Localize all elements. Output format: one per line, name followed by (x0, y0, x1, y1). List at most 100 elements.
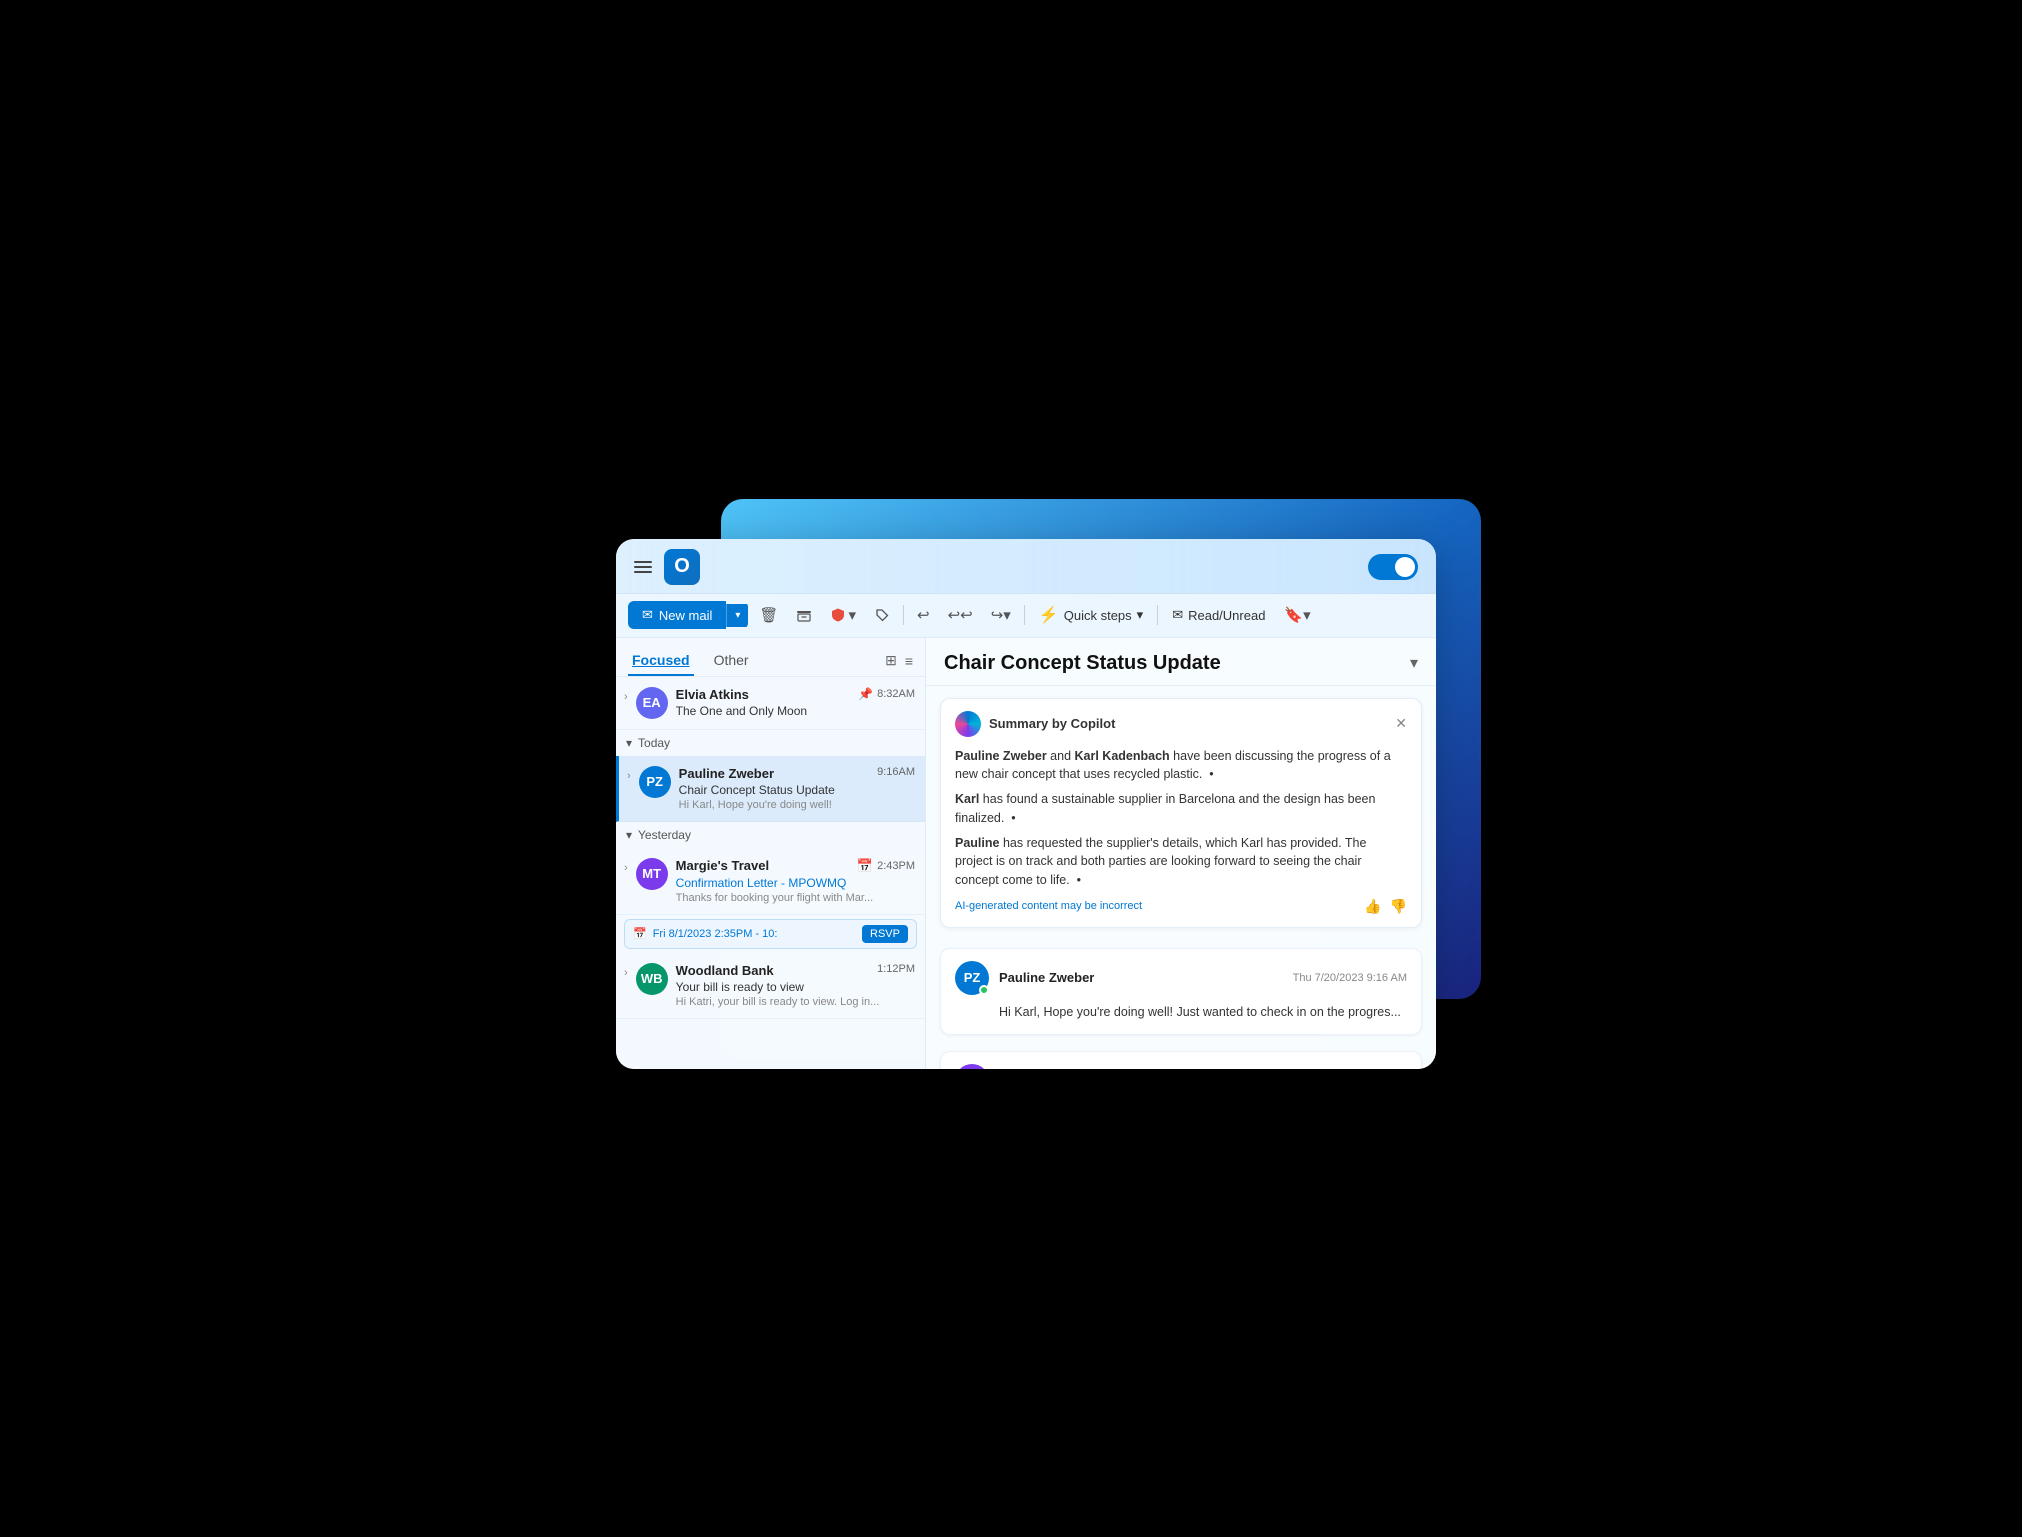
email-time-woodland: 1:12PM (877, 963, 915, 978)
shield-button[interactable]: ▾ (823, 601, 863, 629)
tab-other[interactable]: Other (710, 646, 753, 676)
calendar-reminder-margies: 📅 Fri 8/1/2023 2:35PM - 10: RSVP (624, 919, 917, 949)
email-subject-margies: Confirmation Letter - MPOWMQ (676, 876, 915, 890)
hamburger-line-1 (634, 561, 652, 563)
quick-steps-label: Quick steps (1064, 608, 1132, 623)
tag2-button[interactable]: 🔖▾ (1277, 601, 1317, 629)
message-sender-info-karl: Karl Kadenbach To: ● Pauline Zweber (999, 1067, 1128, 1069)
email-message-karl: KK Karl Kadenbach To: ● Pauline Zweber T… (940, 1051, 1422, 1069)
email-subject-elvia: The One and Only Moon (676, 704, 915, 718)
pin-icon-elvia: 📌 (858, 687, 873, 701)
scene: ✉ New mail ▾ 🗑 ▾ ↩ ↩↩ ↪▾ ⚡ Quic (561, 459, 1461, 1079)
toolbar: ✉ New mail ▾ 🗑 ▾ ↩ ↩↩ ↪▾ ⚡ Quic (616, 594, 1436, 638)
email-content-elvia: Elvia Atkins 📌 8:32AM The One and Only M… (676, 687, 915, 718)
copilot-header: Summary by Copilot ✕ (955, 711, 1407, 737)
email-sender-elvia: Elvia Atkins 📌 8:32AM (676, 687, 915, 702)
avatar-pauline: PZ (639, 766, 671, 798)
copilot-thumbup-button[interactable]: 👍 (1364, 898, 1381, 915)
email-content-woodland: Woodland Bank 1:12PM Your bill is ready … (676, 963, 915, 1008)
copilot-footer: AI-generated content may be incorrect 👍 … (955, 898, 1407, 915)
new-mail-button[interactable]: ✉ New mail (628, 601, 726, 629)
tab-bar: Focused Other ⊞ ≡ (616, 638, 925, 677)
read-unread-button[interactable]: ✉ Read/Unread (1164, 602, 1273, 628)
toggle-switch[interactable] (1368, 554, 1418, 580)
copilot-thumbdown-button[interactable]: 👎 (1390, 898, 1407, 915)
new-mail-button-group: ✉ New mail ▾ (628, 601, 748, 629)
new-mail-dropdown-button[interactable]: ▾ (726, 604, 748, 627)
email-header: Chair Concept Status Update ▾ (926, 638, 1436, 686)
message-sender-info-pauline: Pauline Zweber (999, 970, 1283, 985)
message-sender-name-pauline: Pauline Zweber (999, 970, 1283, 985)
calendar-reminder-icon: 📅 (633, 927, 647, 940)
calendar-reminder-text: Fri 8/1/2023 2:35PM - 10: (653, 928, 778, 940)
tab-view-button[interactable]: ⊞ (885, 652, 897, 669)
copilot-actions: 👍 👎 (1364, 898, 1407, 915)
email-sender-pauline: Pauline Zweber 9:16AM (679, 766, 915, 781)
email-chevron-margies: › (624, 862, 628, 874)
copilot-summary: Summary by Copilot ✕ Pauline Zweber and … (940, 698, 1422, 928)
copilot-paragraph-2: Karl has found a sustainable supplier in… (955, 790, 1407, 828)
delete-button[interactable]: 🗑 (752, 601, 785, 629)
email-list-panel: Focused Other ⊞ ≡ › EA Elvia Atkins (616, 638, 926, 1069)
content-area: Focused Other ⊞ ≡ › EA Elvia Atkins (616, 638, 1436, 1069)
undo-button[interactable]: ↩ (910, 601, 937, 629)
email-preview-woodland: Hi Katri, your bill is ready to view. Lo… (676, 996, 915, 1008)
quick-steps-chevron: ▾ (1137, 607, 1144, 623)
main-window: ✉ New mail ▾ 🗑 ▾ ↩ ↩↩ ↪▾ ⚡ Quic (616, 539, 1436, 1069)
top-bar-left (630, 549, 700, 585)
email-sender-margies: Margie's Travel 📅 2:43PM (676, 858, 915, 874)
email-sender-woodland: Woodland Bank 1:12PM (676, 963, 915, 978)
avatar-margies: MT (636, 858, 668, 890)
email-content-margies: Margie's Travel 📅 2:43PM Confirmation Le… (676, 858, 915, 904)
email-chevron-pauline: › (627, 770, 631, 782)
email-time-margies: 2:43PM (877, 860, 915, 872)
email-item-pauline[interactable]: › PZ Pauline Zweber 9:16AM Chair Concept… (616, 756, 925, 822)
collapse-button[interactable]: ▾ (1410, 653, 1418, 673)
today-chevron: ▾ (626, 736, 632, 750)
top-bar (616, 539, 1436, 594)
message-body-pauline: Hi Karl, Hope you're doing well! Just wa… (955, 1003, 1407, 1022)
message-header-pauline: PZ Pauline Zweber Thu 7/20/2023 9:16 AM (955, 961, 1407, 995)
hamburger-button[interactable] (630, 557, 656, 577)
toolbar-sep-2 (1024, 605, 1025, 625)
toolbar-sep-3 (1157, 605, 1158, 625)
message-sender-name-karl: Karl Kadenbach (999, 1067, 1128, 1069)
message-avatar-karl: KK (955, 1064, 989, 1069)
email-time-elvia: 8:32AM (877, 688, 915, 700)
rsvp-button[interactable]: RSVP (862, 925, 908, 943)
avatar-elvia: EA (636, 687, 668, 719)
email-chevron-woodland: › (624, 967, 628, 979)
email-item-margies[interactable]: › MT Margie's Travel 📅 2:43PM Confirmati… (616, 848, 925, 915)
envelope-icon: ✉ (1172, 607, 1183, 623)
email-time-pauline: 9:16AM (877, 766, 915, 781)
email-item-woodland[interactable]: › WB Woodland Bank 1:12PM Your bill is r… (616, 953, 925, 1019)
forward-button[interactable]: ↪▾ (984, 601, 1018, 629)
email-title: Chair Concept Status Update (944, 652, 1221, 675)
reply-all-button[interactable]: ↩↩ (941, 601, 980, 629)
email-subject-pauline: Chair Concept Status Update (679, 783, 915, 797)
quick-steps-button[interactable]: ⚡ Quick steps ▾ (1031, 600, 1151, 630)
section-today: ▾ Today (616, 730, 925, 756)
hamburger-line-2 (634, 566, 652, 568)
lightning-icon: ⚡ (1039, 605, 1059, 625)
copilot-close-button[interactable]: ✕ (1395, 715, 1407, 732)
new-mail-label: New mail (659, 608, 712, 623)
email-reading-panel: Chair Concept Status Update ▾ Summary by… (926, 638, 1436, 1069)
archive-button[interactable] (789, 602, 819, 628)
email-message-pauline: PZ Pauline Zweber Thu 7/20/2023 9:16 AM … (940, 948, 1422, 1035)
email-subject-woodland: Your bill is ready to view (676, 980, 915, 994)
email-chevron-elvia: › (624, 691, 628, 703)
outlook-logo (664, 549, 700, 585)
tab-icons: ⊞ ≡ (885, 652, 913, 669)
tag-button[interactable] (867, 602, 897, 628)
email-item-elvia[interactable]: › EA Elvia Atkins 📌 8:32AM The One and O… (616, 677, 925, 730)
tab-focused[interactable]: Focused (628, 646, 694, 676)
email-content-pauline: Pauline Zweber 9:16AM Chair Concept Stat… (679, 766, 915, 811)
calendar-icon-margies: 📅 (857, 858, 873, 874)
copilot-logo (955, 711, 981, 737)
email-preview-pauline: Hi Karl, Hope you're doing well! (679, 799, 915, 811)
section-yesterday: ▾ Yesterday (616, 822, 925, 848)
yesterday-label: Yesterday (638, 828, 691, 842)
tab-filter-button[interactable]: ≡ (905, 652, 913, 669)
read-unread-label: Read/Unread (1188, 608, 1265, 623)
